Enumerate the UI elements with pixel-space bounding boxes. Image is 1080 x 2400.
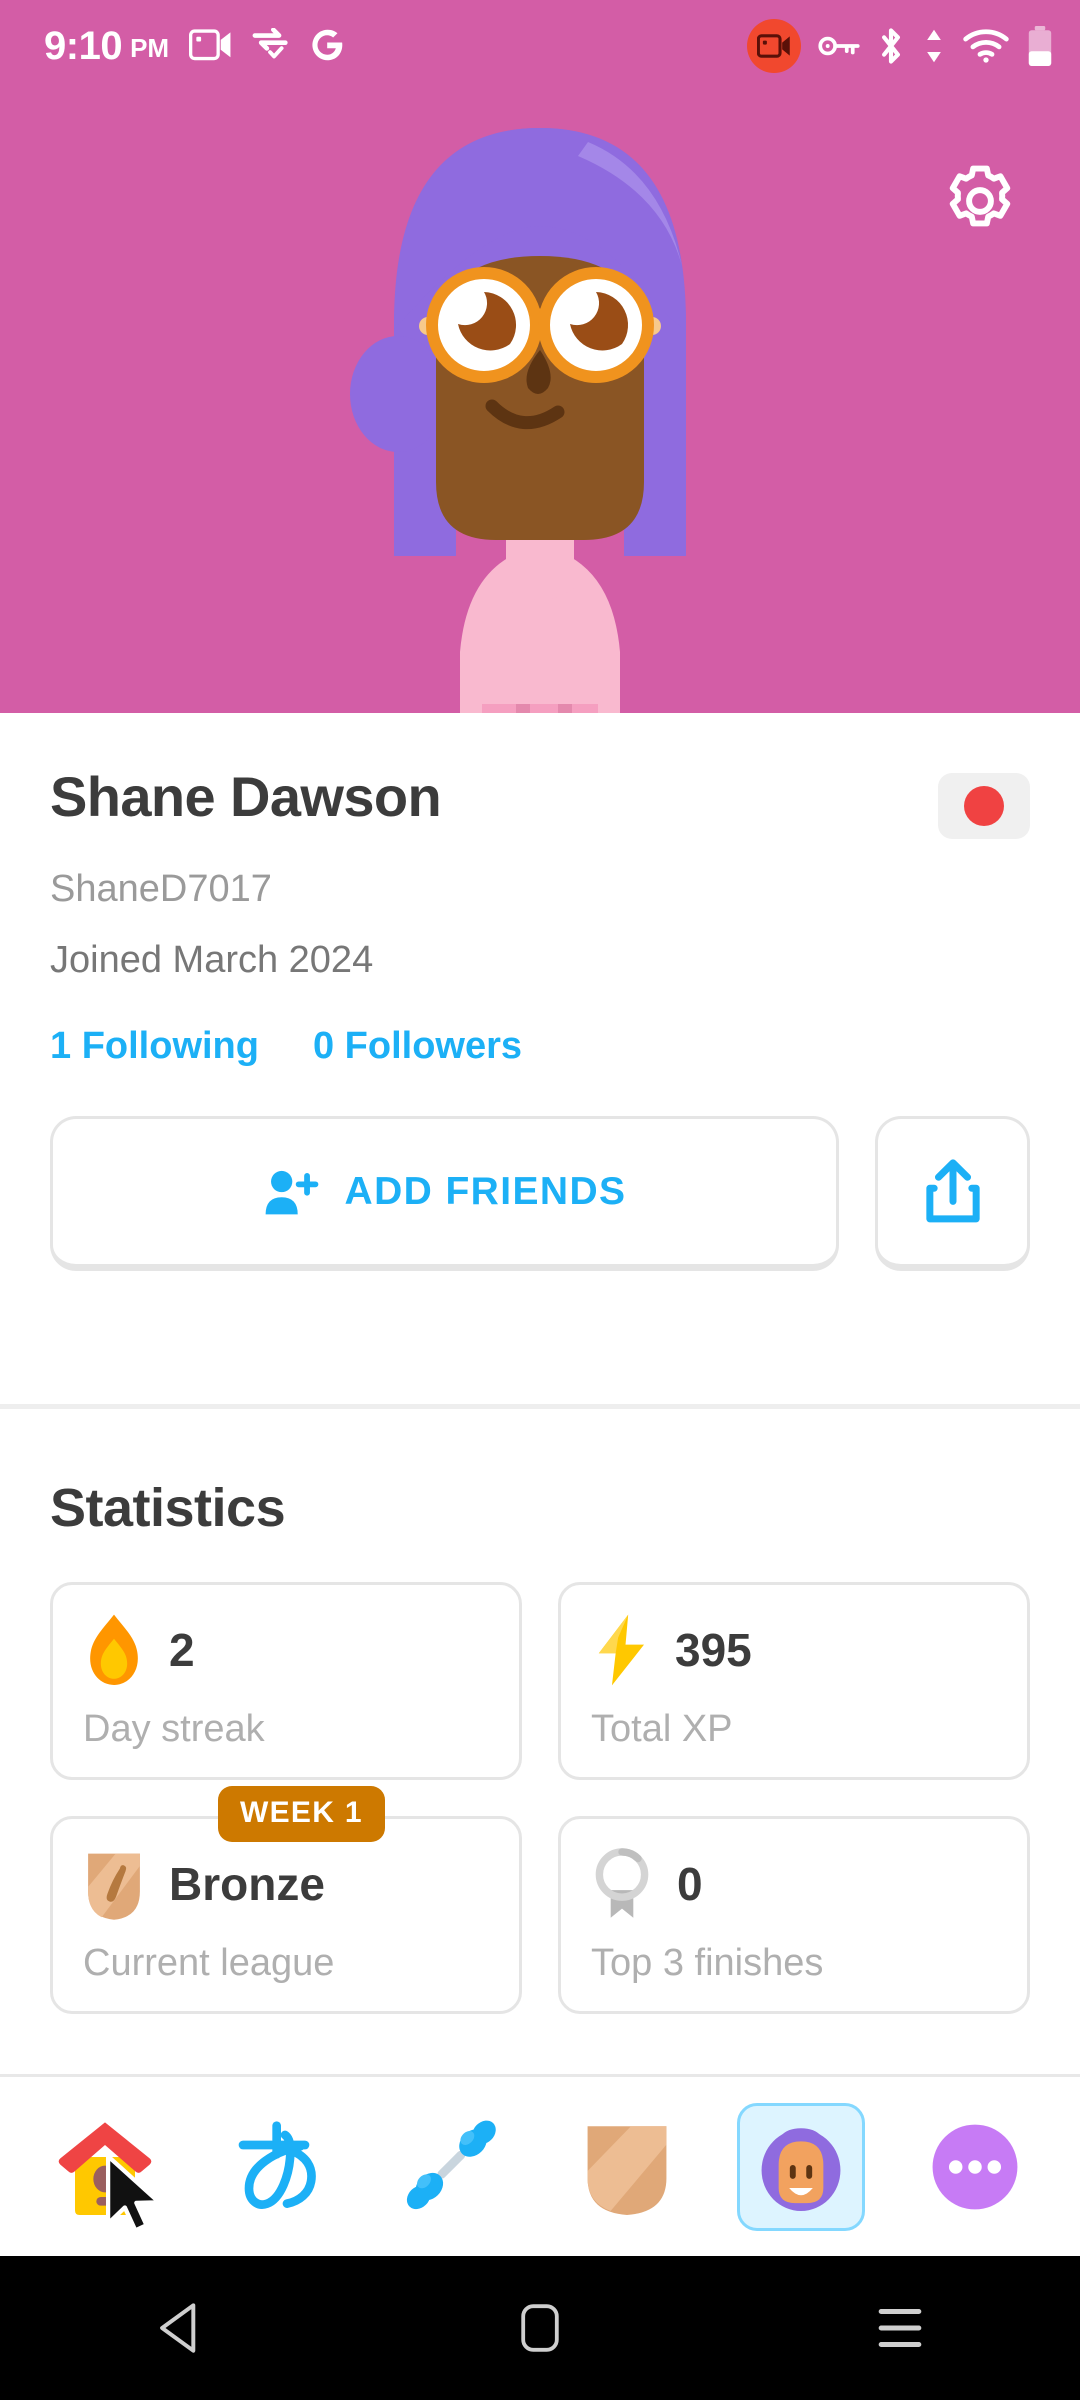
joined-date: Joined March 2024: [50, 938, 374, 981]
stat-value: 2: [169, 1624, 195, 1676]
bottom-tab-bar: [0, 2074, 1080, 2256]
bronze-shield-icon: [88, 1853, 140, 1920]
status-bar-left: 9:10 PM: [44, 26, 345, 66]
dumbbell-icon: [406, 2120, 496, 2209]
data-saver-icon: [252, 28, 288, 59]
back-icon: [160, 2303, 196, 2353]
stat-label: Day streak: [83, 1708, 265, 1750]
add-friends-button[interactable]: ADD FRIENDS: [50, 1116, 839, 1272]
wifi-icon: [963, 29, 1009, 63]
android-back-button[interactable]: [120, 2256, 240, 2400]
share-icon: [925, 1159, 980, 1223]
stat-card-top3-finishes[interactable]: 0 Top 3 finishes: [558, 1816, 1030, 2014]
profile-info-section: Shane Dawson ShaneD7017 Joined March 202…: [0, 713, 1080, 1272]
stat-top: Bronze: [83, 1847, 519, 1921]
flame-icon: [90, 1614, 138, 1685]
stat-card-current-league[interactable]: WEEK 1 Bronze Current league: [50, 1786, 522, 2014]
android-home-button[interactable]: [480, 2256, 600, 2400]
person-add-icon: [265, 1170, 318, 1215]
statistics-heading: Statistics: [50, 1478, 286, 1538]
stat-top: 0: [591, 1847, 1027, 1921]
vpn-key-icon: [818, 36, 860, 56]
tab-alphabet[interactable]: [215, 2103, 343, 2231]
stat-value: 395: [675, 1624, 752, 1676]
statistics-section: Statistics 2 Day streak 395 Total XP WEE…: [0, 1404, 1080, 2014]
gear-icon: [949, 165, 1011, 227]
google-icon: [312, 29, 343, 61]
status-bar: 9:10 PM: [0, 0, 1080, 92]
flag-red-circle: [964, 786, 1004, 826]
home-icon: [521, 2304, 559, 2352]
stat-label: Top 3 finishes: [591, 1942, 824, 1984]
share-button[interactable]: [875, 1116, 1030, 1272]
bronze-shield-icon: [587, 2125, 667, 2215]
tab-learn[interactable]: [41, 2103, 169, 2233]
week-badge: WEEK 1: [218, 1786, 385, 1842]
data-transfer-icon: [927, 29, 941, 63]
statistics-grid: 2 Day streak 395 Total XP WEEK 1 Bronze …: [50, 1582, 1030, 2014]
bluetooth-icon: [882, 28, 900, 64]
name-row: Shane Dawson: [50, 765, 1030, 839]
follow-stats-row: 1 Following 0 Followers: [50, 1025, 1030, 1068]
avatar-graphic: [350, 128, 686, 713]
add-friends-label: ADD FRIENDS: [344, 1169, 627, 1213]
hiragana-a-icon: [238, 2120, 316, 2209]
birdhouse-icon: [58, 2121, 152, 2215]
status-bar-right: [747, 19, 1054, 73]
stat-card-day-streak[interactable]: 2 Day streak: [50, 1582, 522, 1780]
stat-value: 0: [677, 1858, 703, 1910]
settings-button[interactable]: [942, 163, 1018, 239]
status-time: 9:10: [44, 24, 123, 68]
screen-record-icon: [747, 19, 801, 73]
avatar-illustration: [0, 92, 1080, 713]
stat-top: 2: [83, 1613, 519, 1687]
display-name: Shane Dawson: [50, 765, 442, 828]
stat-label: Current league: [83, 1942, 335, 1984]
recents-icon: [878, 2308, 922, 2348]
username: ShaneD7017: [50, 868, 272, 910]
app-screen: 9:10 PM Shane Dawson ShaneD7017 Joined M…: [0, 0, 1080, 2400]
android-recents-button[interactable]: [840, 2256, 960, 2400]
stat-top: 395: [591, 1613, 1027, 1687]
status-left-icons: [189, 26, 345, 64]
stat-label: Total XP: [591, 1708, 733, 1750]
profile-header-banner: 9:10 PM: [0, 0, 1080, 713]
status-ampm: PM: [130, 33, 170, 64]
tab-practice[interactable]: [389, 2103, 517, 2231]
android-navigation-bar: [0, 2256, 1080, 2400]
medal-icon: [595, 1848, 649, 1918]
followers-link[interactable]: 0 Followers: [313, 1025, 522, 1068]
battery-icon: [1028, 26, 1052, 66]
stat-card-total-xp[interactable]: 395 Total XP: [558, 1582, 1030, 1780]
video-camera-icon: [189, 29, 231, 61]
japan-flag-badge: [938, 773, 1030, 839]
tab-profile[interactable]: [737, 2102, 865, 2231]
profile-action-buttons: ADD FRIENDS: [50, 1116, 1030, 1272]
more-dots-icon: [932, 2124, 1018, 2209]
tab-leagues[interactable]: [563, 2103, 691, 2231]
stat-value: Bronze: [169, 1858, 325, 1910]
avatar-face-icon: [761, 2127, 841, 2211]
following-link[interactable]: 1 Following: [50, 1025, 259, 1068]
lightning-bolt-icon: [598, 1614, 645, 1686]
tab-more[interactable]: [911, 2103, 1039, 2231]
